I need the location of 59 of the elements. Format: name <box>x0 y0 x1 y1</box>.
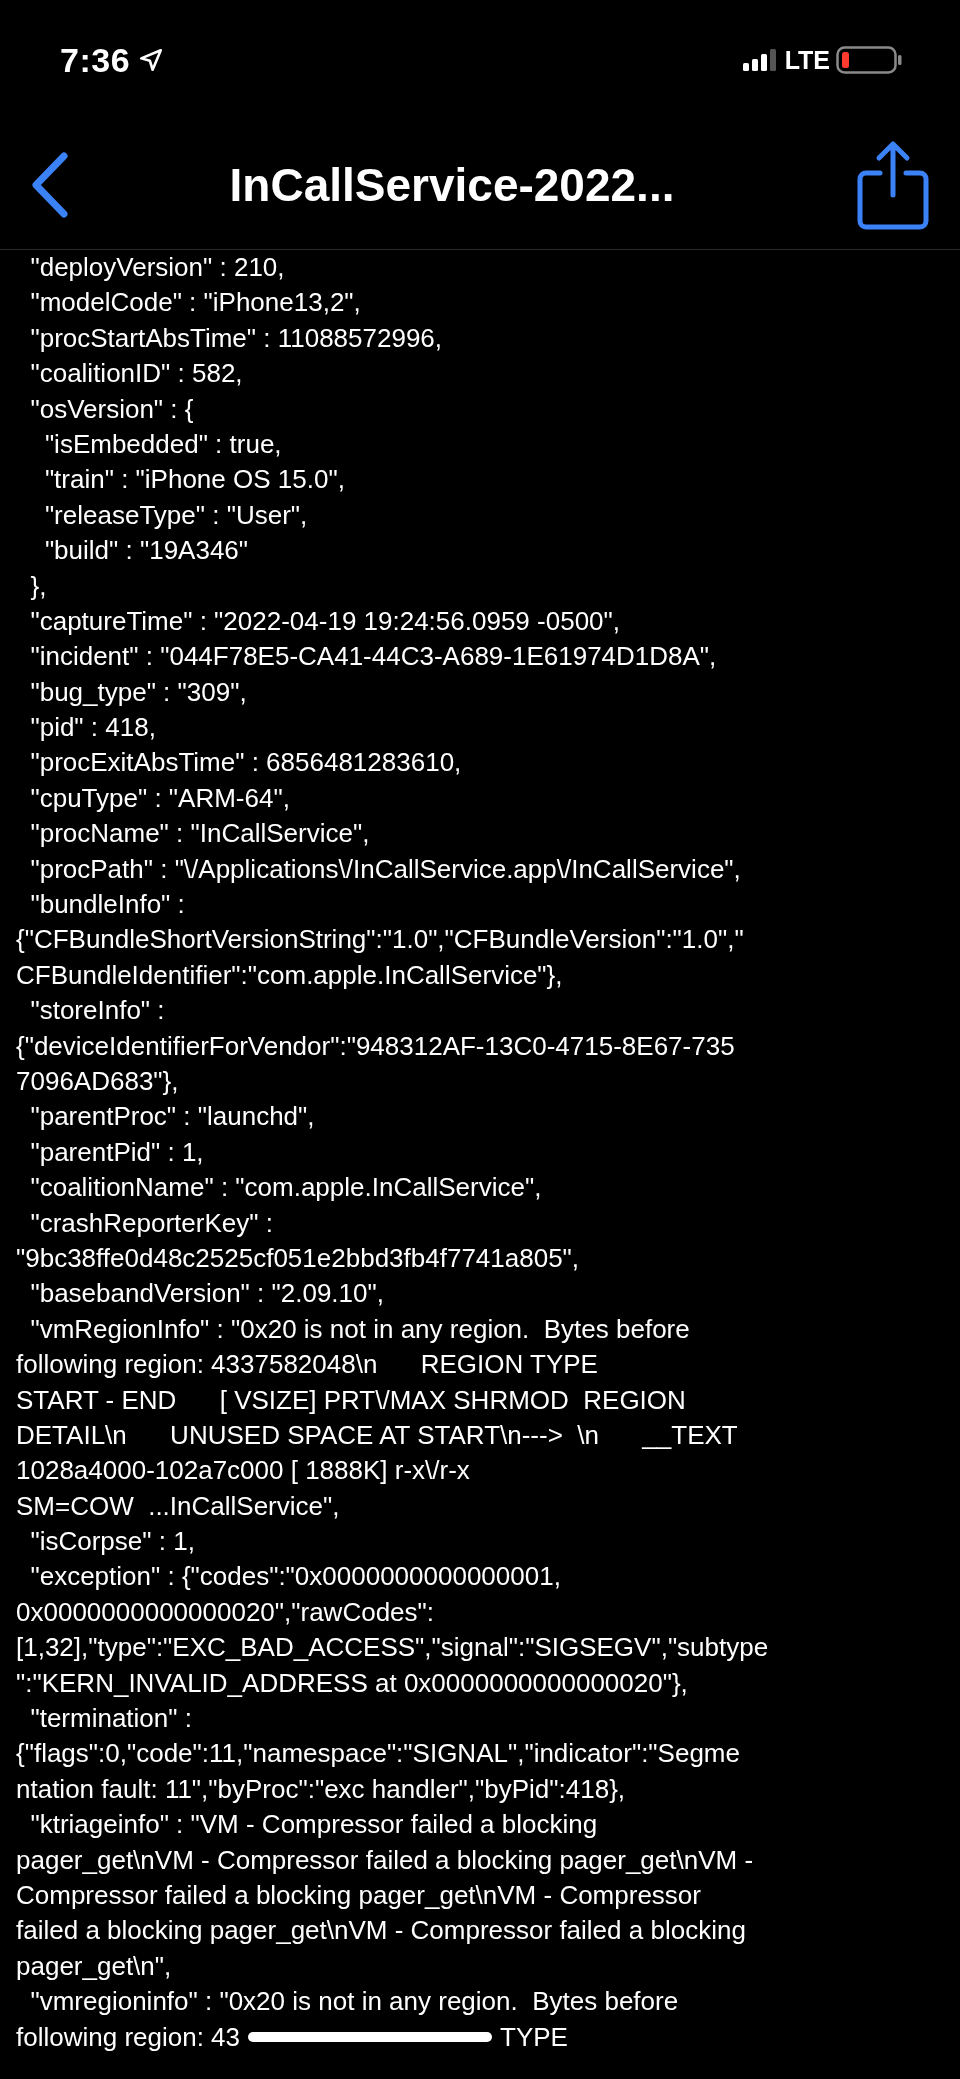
log-line: "incident" : "044F78E5-CA41-44C3-A689-1E61974D1D8A", <box>29 640 717 674</box>
log-line: "vmregioninfo" : "0x20 is not in any region. Bytes before <box>29 1985 679 2019</box>
log-line: "procPath" : "\/Applications\/InCallService.app\/InCallService", <box>29 852 741 886</box>
log-line: [1,32],"type":"EXC_BAD_ACCESS","signal":"SIGSEGV","subtype <box>16 1631 769 1665</box>
log-line: START - END [ VSIZE] PRT\/MAX SHRMOD REGION <box>16 1383 686 1417</box>
log-line: "ktriageinfo" : "VM - Compressor failed a blocking <box>29 1808 598 1842</box>
log-line: "releaseType" : "User", <box>43 498 308 532</box>
log-line: "deployVersion" : 210, <box>29 251 285 284</box>
log-line: following region: 43 <box>16 2020 241 2054</box>
log-line: "crashReporterKey" : <box>29 1206 273 1240</box>
log-line: "isCorpse" : 1, <box>29 1525 195 1559</box>
log-line: ":"KERN_INVALID_ADDRESS at 0x0000000000000020"}, <box>16 1666 688 1700</box>
log-line: "osVersion" : { <box>29 392 194 426</box>
network-label: LTE <box>784 45 830 75</box>
file-title: InCallService-2022... <box>228 157 676 212</box>
log-line: "coalitionName" : "com.apple.InCallService", <box>29 1171 542 1205</box>
log-line: "basebandVersion" : "2.09.10", <box>29 1277 384 1311</box>
log-line: "parentProc" : "launchd", <box>29 1100 315 1134</box>
share-button[interactable] <box>856 138 930 231</box>
log-line: 1028a4000-102a7c000 [ 1888K] r-x\/r-x <box>16 1454 470 1488</box>
log-line: {"deviceIdentifierForVendor":"948312AF-13C0-4715-8E67-735 <box>16 1029 735 1063</box>
log-line: DETAIL\n UNUSED SPACE AT START\n---> \n __TEXT <box>16 1418 738 1452</box>
log-line: }, <box>29 569 47 603</box>
log-line: TYPE <box>500 2020 568 2054</box>
log-line: "storeInfo" : <box>29 994 165 1028</box>
log-line: following region: 4337582048\n REGION TYPE <box>16 1348 598 1382</box>
status-time: 7:36 <box>60 40 131 80</box>
log-line: pager_get\nVM - Compressor failed a blocking pager_get\nVM - <box>16 1843 754 1877</box>
location-arrow-icon <box>138 47 165 73</box>
log-line: {"flags":0,"code":11,"namespace":"SIGNAL","indicator":"Segme <box>16 1737 740 1771</box>
log-line: "isEmbedded" : true, <box>43 427 282 461</box>
log-line: "modelCode" : "iPhone13,2", <box>29 286 361 320</box>
log-line: 7096AD683"}, <box>16 1065 179 1098</box>
log-line: "cpuType" : "ARM-64", <box>29 781 290 815</box>
log-line: CFBundleIdentifier":"com.apple.InCallService"}, <box>16 958 563 992</box>
log-line: failed a blocking pager_get\nVM - Compressor failed a blocking <box>16 1914 746 1948</box>
signal-icon <box>742 48 779 72</box>
log-line: "procName" : "InCallService", <box>29 817 370 851</box>
log-line: "bundleInfo" : <box>29 888 185 922</box>
log-line: ntation fault: 11","byProc":"exc handler","byPid":418}, <box>16 1772 626 1806</box>
log-line: "train" : "iPhone OS 15.0", <box>43 463 345 497</box>
log-line: "vmRegionInfo" : "0x20 is not in any region. Bytes before <box>29 1312 690 1346</box>
log-line: Compressor failed a blocking pager_get\nVM - Compressor <box>16 1878 701 1912</box>
log-line: "9bc38ffe0d48c2525cf051e2bbd3fb4f7741a805", <box>16 1241 580 1275</box>
log-line: "procStartAbsTime" : 11088572996, <box>29 321 443 355</box>
log-line: {"CFBundleShortVersionString":"1.0","CFBundleVersion":"1.0"," <box>16 923 744 957</box>
log-line: "build" : "19A346" <box>43 534 249 568</box>
battery-icon <box>836 45 902 75</box>
log-line: "bug_type" : "309", <box>29 675 247 709</box>
log-line: 0x0000000000000020","rawCodes": <box>16 1595 434 1629</box>
log-line: "pid" : 418, <box>29 711 156 745</box>
log-line: "captureTime" : "2022-04-19 19:24:56.0959 -0500", <box>29 604 620 638</box>
log-line: pager_get\n", <box>16 1949 172 1983</box>
log-line: "procExitAbsTime" : 6856481283610, <box>29 746 462 780</box>
log-line: SM=COW ...InCallService", <box>16 1489 340 1523</box>
log-line: "termination" : <box>29 1702 192 1735</box>
log-line: "coalitionID" : 582, <box>29 357 243 391</box>
log-line: "exception" : {"codes":"0x0000000000000001, <box>29 1560 561 1594</box>
log-line: "parentPid" : 1, <box>29 1135 204 1169</box>
